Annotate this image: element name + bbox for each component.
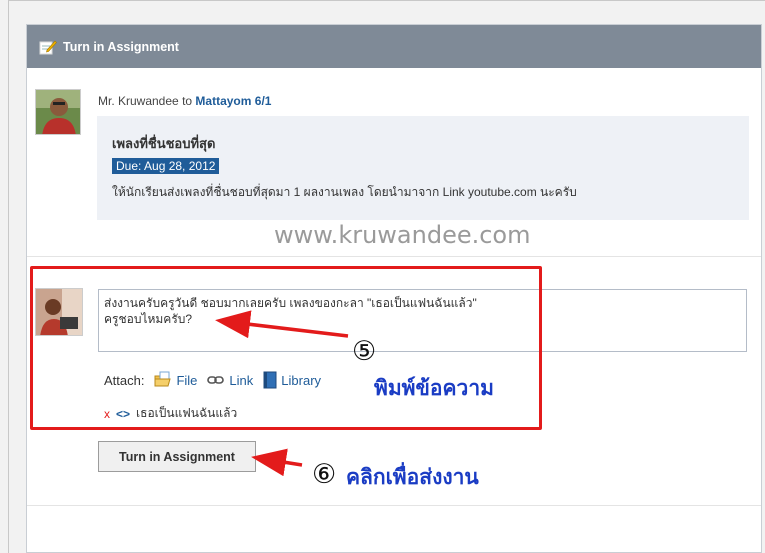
step6-instruction: คลิกเพื่อส่งงาน: [346, 465, 479, 489]
step6-number: ⑥: [312, 459, 337, 490]
step5-number: ⑤: [352, 336, 377, 367]
arrow-to-message: [215, 310, 349, 339]
arrow-to-button: [251, 448, 303, 477]
step5-instruction: พิมพ์ข้อความ: [374, 376, 494, 400]
